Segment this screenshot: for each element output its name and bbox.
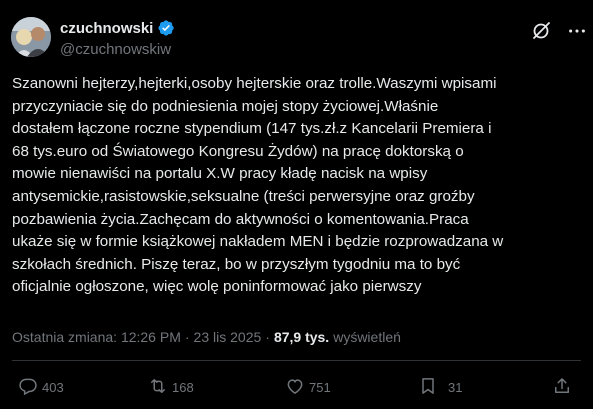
meta-separator: · [265, 329, 270, 345]
author-handle[interactable]: @czuchnowskiw [60, 41, 175, 58]
bookmark-button[interactable]: 31 [418, 373, 462, 401]
grok-icon[interactable] [530, 20, 552, 42]
reply-count: 403 [42, 379, 64, 395]
avatar-image [11, 17, 51, 57]
reply-button[interactable]: 403 [18, 373, 64, 401]
repost-count: 168 [172, 379, 194, 395]
views-label: wyświetleń [333, 329, 401, 345]
share-button[interactable] [552, 373, 572, 401]
edited-timestamp[interactable]: Ostatnia zmiana: 12:26 PM [12, 329, 181, 345]
like-count: 751 [309, 379, 331, 395]
more-icon[interactable] [566, 20, 588, 42]
verified-badge-icon[interactable] [157, 19, 175, 37]
views-count: 87,9 tys. [273, 329, 330, 345]
author-display-name[interactable]: czuchnowski [60, 20, 153, 37]
post: czuchnowski @czuchnowskiw Szanowni hejte… [0, 0, 593, 409]
repost-button[interactable]: 168 [148, 373, 194, 401]
bookmark-count: 31 [448, 379, 463, 395]
post-meta: Ostatnia zmiana: 12:26 PM · 23 lis 2025 … [12, 329, 401, 345]
divider [12, 360, 581, 361]
repost-icon [148, 376, 168, 399]
like-button[interactable]: 751 [285, 373, 331, 401]
share-icon [552, 376, 572, 399]
post-text: Szanowni hejterzy,hejterki,osoby hejters… [12, 75, 504, 296]
like-icon [285, 376, 305, 399]
action-bar: 403 168 751 31 [0, 373, 593, 401]
display-name-row: czuchnowski [60, 18, 175, 38]
reply-icon [18, 376, 38, 399]
post-date[interactable]: 23 lis 2025 [194, 329, 262, 345]
avatar[interactable] [11, 17, 51, 57]
meta-separator: · [184, 329, 190, 345]
author-info: czuchnowski @czuchnowskiw [60, 18, 175, 58]
bookmark-icon [418, 376, 438, 399]
